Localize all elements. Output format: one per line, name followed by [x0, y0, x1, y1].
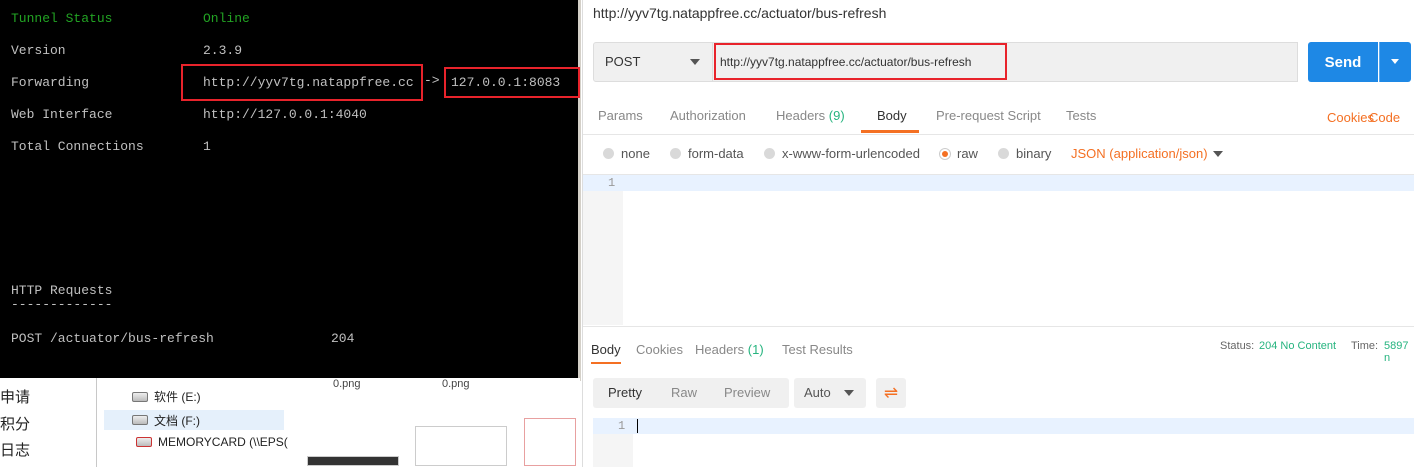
- drive-icon: [132, 391, 148, 402]
- tab-params[interactable]: Params: [598, 108, 643, 123]
- response-tab-cookies[interactable]: Cookies: [636, 342, 683, 357]
- tree-drive-e[interactable]: 软件 (E:): [132, 388, 201, 405]
- url-highlight: [714, 43, 1007, 80]
- web-interface-label: Web Interface: [11, 107, 113, 122]
- response-body-viewer[interactable]: 1: [593, 418, 1414, 467]
- code-link[interactable]: Code: [1369, 110, 1400, 125]
- response-tab-body[interactable]: Body: [591, 342, 621, 357]
- chevron-down-icon: [844, 390, 854, 396]
- request-title: http://yyv7tg.natappfree.cc/actuator/bus…: [593, 5, 887, 21]
- response-tab-headers-label: Headers: [695, 342, 745, 357]
- request-body-editor[interactable]: 1: [583, 174, 1414, 325]
- time-label: Time:: [1351, 340, 1379, 352]
- ngrok-terminal: Tunnel Status Online Version 2.3.9 Forwa…: [0, 0, 581, 381]
- radio-none[interactable]: [603, 148, 614, 159]
- request-status-code: 204: [331, 331, 355, 346]
- method-label: POST: [605, 54, 641, 69]
- file-thumbnail[interactable]: [524, 418, 576, 466]
- headers-count: (9): [828, 108, 845, 123]
- side-item-points[interactable]: 积分: [0, 413, 30, 434]
- response-tab-test-results[interactable]: Test Results: [782, 342, 853, 357]
- active-line: [593, 418, 1414, 434]
- response-tab-headers[interactable]: Headers (1): [695, 342, 764, 357]
- tunnel-status-value: Online: [203, 11, 250, 26]
- content-type-select[interactable]: JSON (application/json): [1071, 146, 1208, 161]
- file-thumbnail[interactable]: [415, 426, 507, 466]
- thumb-label: 0.png: [442, 378, 470, 390]
- response-active-tab-indicator: [591, 362, 621, 364]
- request-path: POST /actuator/bus-refresh: [11, 331, 214, 346]
- radio-urlencoded[interactable]: [764, 148, 775, 159]
- response-headers-count: (1): [747, 342, 764, 357]
- line-number: 1: [618, 419, 626, 433]
- radio-none-label: none: [621, 146, 650, 161]
- active-line: [583, 175, 1414, 191]
- forwarding-target-highlight: [444, 67, 580, 98]
- tree-drive-f[interactable]: 文档 (F:): [104, 410, 284, 430]
- format-select[interactable]: Auto: [794, 378, 866, 408]
- forwarding-label: Forwarding: [11, 75, 90, 90]
- version-value: 2.3.9: [203, 43, 243, 58]
- format-label: Auto: [804, 385, 831, 400]
- status-label: Status:: [1220, 340, 1255, 352]
- response-divider[interactable]: [583, 326, 1414, 327]
- tree-memorycard[interactable]: MEMORYCARD (\\EPS(: [136, 435, 288, 449]
- chevron-down-icon: [690, 59, 700, 65]
- tab-headers[interactable]: Headers (9): [776, 108, 845, 123]
- tab-headers-label: Headers: [776, 108, 826, 123]
- forwarding-url-highlight: [181, 64, 423, 101]
- total-connections-value: 1: [203, 139, 211, 154]
- chevron-down-icon: [1391, 59, 1399, 64]
- radio-form-data-label: form-data: [688, 146, 744, 161]
- time-value: 5897 n: [1384, 340, 1409, 364]
- tab-authorization[interactable]: Authorization: [670, 108, 746, 123]
- send-button[interactable]: Send: [1308, 42, 1378, 82]
- line-number: 1: [608, 176, 616, 190]
- tree-drive-f-label: 文档 (F:): [154, 413, 200, 428]
- body-type-options: none form-data x-www-form-urlencoded raw…: [583, 145, 1414, 165]
- chevron-down-icon[interactable]: [1213, 151, 1223, 157]
- view-pretty[interactable]: Pretty: [608, 385, 642, 400]
- tab-pre-request-script[interactable]: Pre-request Script: [936, 108, 1041, 123]
- radio-form-data[interactable]: [670, 148, 681, 159]
- tab-tests[interactable]: Tests: [1066, 108, 1096, 123]
- side-item-log[interactable]: 日志: [0, 439, 30, 460]
- tunnel-status-label: Tunnel Status: [11, 11, 113, 26]
- drive-icon: [132, 415, 148, 425]
- web-interface-value: http://127.0.0.1:4040: [203, 107, 367, 122]
- radio-raw[interactable]: [939, 148, 951, 160]
- version-label: Version: [11, 43, 66, 58]
- status-value: 204 No Content: [1259, 340, 1337, 352]
- cookies-link[interactable]: Cookies: [1327, 110, 1374, 125]
- view-raw[interactable]: Raw: [671, 385, 697, 400]
- method-select[interactable]: POST: [593, 42, 713, 82]
- postman-window: http://yyv7tg.natappfree.cc/actuator/bus…: [582, 0, 1414, 467]
- tab-body[interactable]: Body: [877, 108, 907, 123]
- wrap-lines-icon[interactable]: ⇌: [876, 378, 906, 408]
- radio-raw-label: raw: [957, 146, 978, 161]
- network-drive-icon: [136, 437, 152, 447]
- forwarding-arrow: ->: [424, 73, 440, 88]
- text-cursor: [637, 419, 638, 433]
- view-preview[interactable]: Preview: [724, 385, 770, 400]
- request-tabs: Params Authorization Headers (9) Body Pr…: [583, 98, 1414, 135]
- http-requests-title: HTTP Requests: [11, 283, 113, 298]
- file-explorer: 申请 积分 日志 软件 (E:) 文档 (F:) MEMORYCARD (\\E…: [0, 378, 580, 467]
- active-tab-indicator: [861, 130, 919, 133]
- file-thumbnail[interactable]: [307, 456, 399, 466]
- http-requests-rule: -------------: [11, 297, 113, 312]
- send-options-button[interactable]: [1379, 42, 1411, 82]
- radio-binary[interactable]: [998, 148, 1009, 159]
- tree-memorycard-label: MEMORYCARD (\\EPS(: [158, 435, 288, 449]
- total-connections-label: Total Connections: [11, 139, 144, 154]
- side-item-apply[interactable]: 申请: [0, 386, 30, 407]
- radio-urlencoded-label: x-www-form-urlencoded: [782, 146, 920, 161]
- tree-drive-e-label: 软件 (E:): [154, 390, 201, 404]
- line-gutter: [583, 175, 623, 325]
- radio-binary-label: binary: [1016, 146, 1052, 161]
- thumb-label: 0.png: [333, 378, 361, 390]
